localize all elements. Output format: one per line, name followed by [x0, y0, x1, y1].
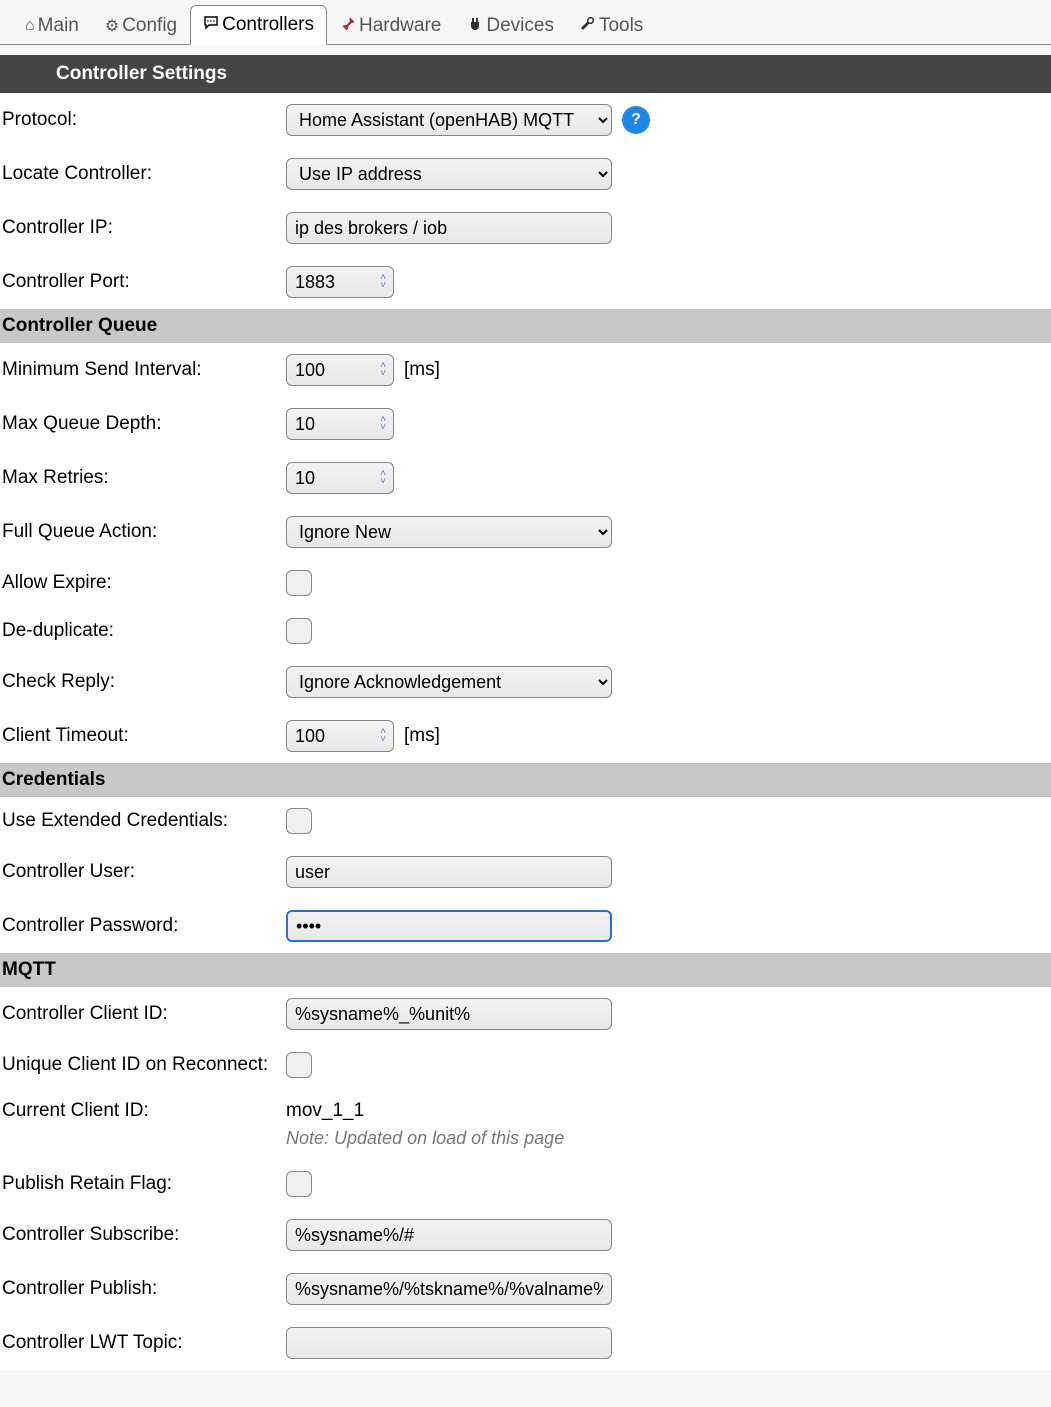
tab-controllers[interactable]: Controllers: [190, 5, 327, 45]
tab-config[interactable]: ⚙ Config: [92, 6, 190, 45]
subscribe-input[interactable]: [286, 1219, 612, 1251]
check-reply-select[interactable]: Ignore Acknowledgement: [286, 666, 612, 698]
label-ip: Controller IP:: [0, 217, 286, 239]
gear-icon: ⚙: [105, 16, 119, 36]
protocol-select[interactable]: Home Assistant (openHAB) MQTT: [286, 104, 612, 136]
allow-expire-checkbox[interactable]: [286, 570, 312, 596]
tab-label: Main: [38, 15, 79, 37]
client-timeout-input[interactable]: [286, 720, 394, 752]
label-client-timeout: Client Timeout:: [0, 725, 286, 747]
chat-icon: [203, 15, 219, 36]
label-publish: Controller Publish:: [0, 1278, 286, 1300]
label-full-queue: Full Queue Action:: [0, 521, 286, 543]
tab-label: Config: [122, 15, 177, 37]
controller-user-input[interactable]: [286, 856, 612, 888]
full-queue-select[interactable]: Ignore New: [286, 516, 612, 548]
label-protocol: Protocol:: [0, 109, 286, 131]
section-mqtt: MQTT: [0, 953, 1051, 987]
current-client-id-value: mov_1_1: [286, 1100, 364, 1122]
current-id-note: Note: Updated on load of this page: [286, 1122, 564, 1149]
tab-main[interactable]: ⌂ Main: [12, 6, 92, 45]
tab-devices[interactable]: Devices: [454, 6, 567, 45]
max-queue-input[interactable]: [286, 408, 394, 440]
label-allow-expire: Allow Expire:: [0, 572, 286, 594]
use-ext-checkbox[interactable]: [286, 808, 312, 834]
label-unique-id: Unique Client ID on Reconnect:: [0, 1054, 286, 1076]
label-password: Controller Password:: [0, 915, 286, 937]
tab-hardware[interactable]: Hardware: [327, 6, 454, 45]
label-use-ext: Use Extended Credentials:: [0, 810, 286, 832]
plug-icon: [467, 16, 483, 37]
locate-select[interactable]: Use IP address: [286, 158, 612, 190]
dedup-checkbox[interactable]: [286, 618, 312, 644]
tab-label: Controllers: [222, 14, 314, 36]
label-min-send: Minimum Send Interval:: [0, 359, 286, 381]
label-max-retries: Max Retries:: [0, 467, 286, 489]
tab-tools[interactable]: Tools: [567, 6, 656, 45]
lwt-input[interactable]: [286, 1327, 612, 1359]
controller-password-input[interactable]: [286, 910, 612, 942]
home-icon: ⌂: [25, 17, 35, 35]
label-retain: Publish Retain Flag:: [0, 1173, 286, 1195]
unit-ms: [ms]: [404, 359, 440, 381]
label-lwt: Controller LWT Topic:: [0, 1332, 286, 1354]
help-button[interactable]: ?: [622, 106, 650, 134]
label-client-id: Controller Client ID:: [0, 1003, 286, 1025]
unit-ms: [ms]: [404, 725, 440, 747]
page-title: Controller Settings: [0, 55, 1051, 93]
pin-icon: [340, 16, 356, 37]
section-credentials: Credentials: [0, 763, 1051, 797]
retain-checkbox[interactable]: [286, 1171, 312, 1197]
label-max-queue: Max Queue Depth:: [0, 413, 286, 435]
section-queue: Controller Queue: [0, 309, 1051, 343]
label-check-reply: Check Reply:: [0, 671, 286, 693]
tab-label: Devices: [486, 15, 554, 37]
controller-ip-input[interactable]: [286, 212, 612, 244]
client-id-input[interactable]: [286, 998, 612, 1030]
tab-label: Tools: [599, 15, 643, 37]
min-send-input[interactable]: [286, 354, 394, 386]
tab-bar: ⌂ Main ⚙ Config Controllers Hardware Dev…: [0, 0, 1051, 45]
controller-port-input[interactable]: [286, 266, 394, 298]
label-port: Controller Port:: [0, 271, 286, 293]
label-locate: Locate Controller:: [0, 163, 286, 185]
tab-label: Hardware: [359, 15, 441, 37]
unique-id-checkbox[interactable]: [286, 1052, 312, 1078]
wrench-icon: [580, 16, 596, 37]
label-subscribe: Controller Subscribe:: [0, 1224, 286, 1246]
label-user: Controller User:: [0, 861, 286, 883]
max-retries-input[interactable]: [286, 462, 394, 494]
label-current-id: Current Client ID:: [0, 1100, 286, 1122]
label-dedup: De-duplicate:: [0, 620, 286, 642]
publish-input[interactable]: [286, 1273, 612, 1305]
